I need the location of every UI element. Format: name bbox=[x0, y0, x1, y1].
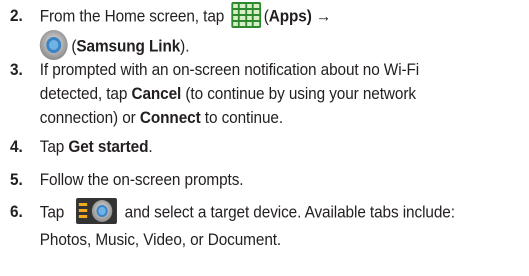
menu-samsung-link-icon bbox=[75, 198, 117, 224]
menu-icon bbox=[78, 203, 88, 219]
step-2: 2. From the Home screen, tap (Apps) → (S… bbox=[10, 2, 489, 62]
step-3: 3. If prompted with an on-screen notific… bbox=[10, 58, 489, 130]
step-number: 6. bbox=[10, 203, 23, 221]
step-3-line-2: detected, tap Cancel (to continue by usi… bbox=[39, 85, 416, 103]
step-6-line-1: Tap and select a target device. Availabl… bbox=[40, 198, 489, 226]
step-4-line-1: Tap Get started. bbox=[39, 138, 153, 156]
step-number: 4. bbox=[10, 138, 23, 156]
step-2-line-1: From the Home screen, tap (Apps) → bbox=[40, 2, 489, 30]
step-number: 2. bbox=[10, 7, 23, 25]
step-5-line-1: Follow the on-screen prompts. bbox=[39, 171, 244, 189]
cancel-label: Cancel bbox=[131, 85, 182, 103]
step-6-line-2: Photos, Music, Video, or Document. bbox=[39, 231, 282, 249]
get-started-label: Get started bbox=[68, 138, 149, 156]
apps-label: Apps bbox=[268, 7, 307, 26]
samsung-link-label: Samsung Link bbox=[76, 37, 181, 56]
step-4: 4. Tap Get started. bbox=[10, 135, 489, 159]
samsung-link-icon bbox=[39, 30, 68, 60]
step-number: 3. bbox=[10, 61, 23, 79]
samsung-link-icon bbox=[91, 200, 113, 222]
step-3-line-3: connection) or Connect to continue. bbox=[39, 109, 284, 127]
step-6: 6. Tap and select a target device. Avail… bbox=[10, 198, 489, 252]
connect-label: Connect bbox=[139, 109, 201, 127]
apps-grid-icon bbox=[231, 2, 261, 28]
step-3-line-1: If prompted with an on-screen notificati… bbox=[39, 61, 420, 79]
step-number: 5. bbox=[10, 171, 23, 189]
step-5: 5. Follow the on-screen prompts. bbox=[10, 168, 489, 192]
instruction-page: 2. From the Home screen, tap (Apps) → (S… bbox=[0, 0, 529, 276]
